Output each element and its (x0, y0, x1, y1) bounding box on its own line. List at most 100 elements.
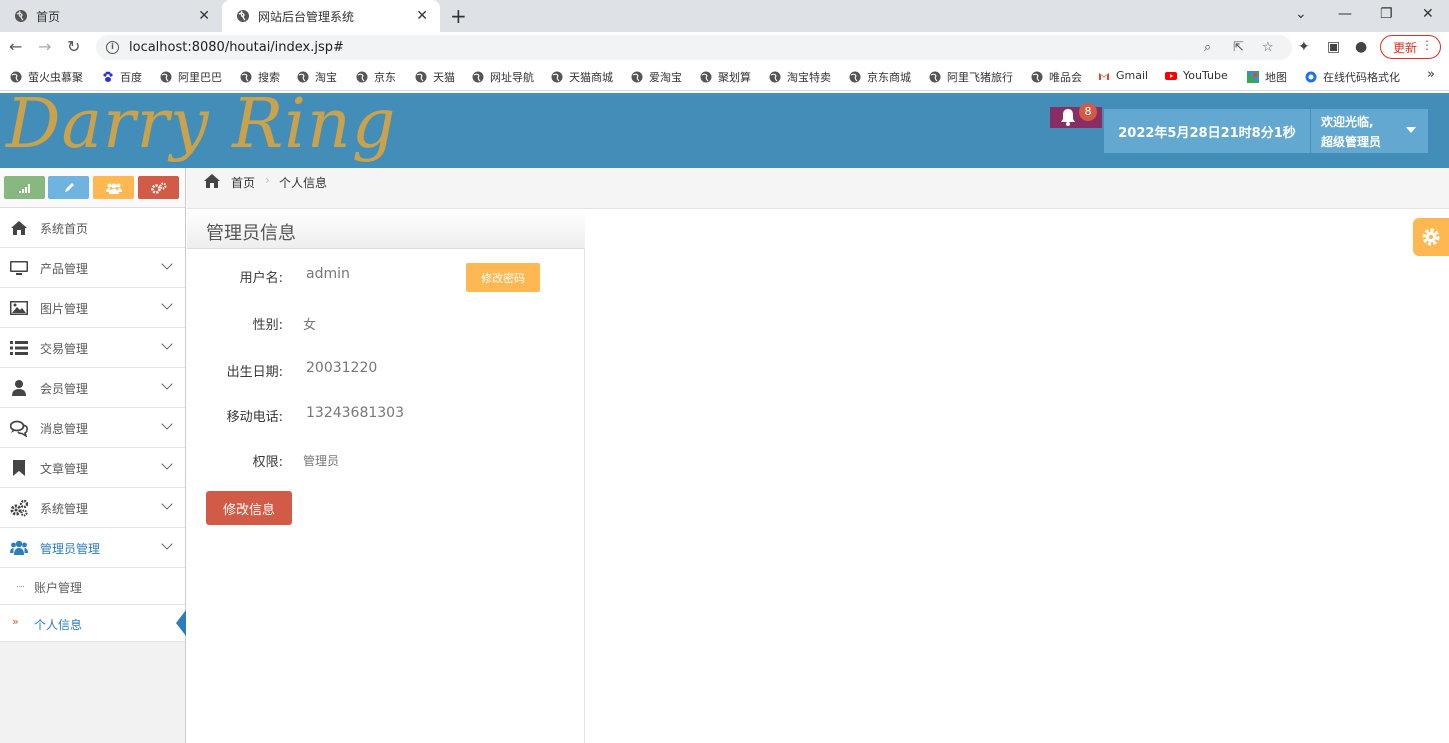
shortcut-settings-button[interactable] (138, 176, 179, 199)
extensions-icon[interactable]: ✦ (1298, 39, 1310, 55)
bookmark-item[interactable]: 唯品会 (1031, 69, 1082, 85)
tab-title: 首页 (36, 9, 61, 24)
restore-icon[interactable]: ❐ (1380, 6, 1393, 22)
bookmark-item[interactable]: 京东 (356, 69, 396, 85)
bookmark-label: 天猫商城 (569, 71, 613, 84)
bookmark-item[interactable]: 地图 (1247, 69, 1287, 85)
site-info-icon[interactable]: i (106, 41, 119, 54)
globe-icon (415, 71, 427, 83)
bookmark-label: 搜索 (258, 71, 280, 84)
signal-icon (18, 183, 30, 193)
browser-tab-home[interactable]: 首页 ✕ (0, 0, 222, 32)
bookmark-item[interactable]: 阿里飞猪旅行 (929, 69, 1013, 85)
sidebar-item-pictures[interactable]: 图片管理 (0, 288, 185, 328)
datetime-display: 2022年5月28日21时8分1秒 (1104, 109, 1310, 153)
shortcut-users-button[interactable] (93, 176, 134, 199)
bookmark-item[interactable]: 阿里巴巴 (160, 69, 222, 85)
bookmark-label: 京东商城 (867, 71, 911, 84)
sidebar-item-system[interactable]: 系统管理 (0, 488, 185, 528)
admin-info-panel: 管理员信息 用户名: admin 修改密码 性别: 女 出生日期: 200312… (187, 209, 585, 743)
bookmark-item[interactable]: YouTube (1165, 69, 1228, 82)
gender-label: 性别: (252, 318, 283, 333)
browser-tab-admin[interactable]: 网站后台管理系统 ✕ (222, 0, 440, 32)
chevron-down-icon (161, 378, 173, 390)
bookmark-item[interactable]: 聚划算 (700, 69, 751, 85)
bookmark-item[interactable]: 爱淘宝 (631, 69, 682, 85)
zoom-icon[interactable]: ⌕ (1204, 40, 1211, 55)
tab-title: 网站后台管理系统 (258, 9, 355, 24)
close-tab-icon[interactable]: ✕ (416, 8, 428, 24)
home-icon (204, 174, 220, 188)
edit-info-button[interactable]: 修改信息 (206, 491, 292, 525)
chevron-down-icon (161, 258, 173, 270)
user-menu-dropdown[interactable]: 欢迎光临, 超级管理员 (1311, 109, 1428, 153)
bookmark-label: 阿里巴巴 (178, 71, 222, 84)
sidebar-item-products[interactable]: 产品管理 (0, 248, 185, 288)
sidebar-item-messages[interactable]: 消息管理 (0, 408, 185, 448)
reload-icon[interactable]: ↻ (67, 37, 80, 56)
list-icon (10, 341, 28, 355)
app-header: Darry Ring 8 2022年5月28日21时8分1秒 欢迎光临, 超级管… (0, 85, 1449, 168)
chevron-down-icon (161, 338, 173, 350)
more-bookmarks-icon[interactable]: » (1427, 67, 1435, 82)
globe-icon (472, 71, 484, 83)
pencil-icon (64, 182, 74, 192)
birthdate-label: 出生日期: (226, 365, 283, 380)
shortcut-stats-button[interactable] (4, 176, 45, 199)
code-format-icon (1305, 71, 1317, 83)
back-icon[interactable]: ← (9, 37, 22, 56)
bookmark-item[interactable]: Gmail (1098, 69, 1148, 82)
sidebar-item-members[interactable]: 会员管理 (0, 368, 185, 408)
sidebar-item-home[interactable]: 系统首页 (0, 208, 185, 248)
forward-icon[interactable]: → (38, 37, 51, 56)
share-icon[interactable]: ⇱ (1233, 40, 1244, 55)
bookmark-item[interactable]: 淘宝 (297, 69, 337, 85)
new-tab-button[interactable]: + (450, 4, 467, 28)
bookmark-star-icon[interactable]: ☆ (1262, 40, 1274, 55)
bookmark-item[interactable]: 网址导航 (472, 69, 534, 85)
update-button[interactable]: 更新 ⋮ (1380, 35, 1441, 59)
globe-icon (160, 71, 172, 83)
bookmark-item[interactable]: 淘宝特卖 (769, 69, 831, 85)
username-label: 用户名: (239, 271, 283, 286)
browser-tab-bar: 首页 ✕ 网站后台管理系统 ✕ + ⌄ — ❐ ✕ (0, 0, 1449, 32)
side-panel-icon[interactable]: ▣ (1327, 39, 1340, 55)
logo[interactable]: Darry Ring (6, 85, 396, 164)
bookmark-label: 淘宝特卖 (787, 71, 831, 84)
submenu-item-profile[interactable]: » 个人信息 (0, 605, 186, 642)
globe-icon (551, 71, 563, 83)
minimize-icon[interactable]: — (1338, 6, 1352, 22)
bookmark-item[interactable]: 搜索 (240, 69, 280, 85)
sidebar-item-articles[interactable]: 文章管理 (0, 448, 185, 488)
sidebar-item-admins[interactable]: 管理员管理 (0, 528, 185, 568)
bookmark-item[interactable]: 京东商城 (849, 69, 911, 85)
user-role-text: 超级管理员 (1321, 135, 1382, 149)
bookmark-label: 天猫 (433, 71, 455, 84)
bookmark-item[interactable]: 天猫商城 (551, 69, 613, 85)
shortcut-edit-button[interactable] (48, 176, 89, 199)
close-window-icon[interactable]: ✕ (1422, 6, 1434, 22)
profile-icon[interactable]: ● (1355, 39, 1367, 55)
breadcrumb-home-link[interactable]: 首页 (231, 174, 255, 191)
submenu-item-accounts[interactable]: 账户管理 (0, 568, 185, 605)
globe-icon (297, 71, 309, 83)
bookmark-item[interactable]: 萤火虫慕聚 (10, 69, 83, 85)
bookmark-item[interactable]: 在线代码格式化 (1305, 69, 1400, 85)
bookmark-item[interactable]: 百度 (102, 69, 142, 85)
sidebar-shortcuts (0, 168, 185, 208)
sidebar-item-transactions[interactable]: 交易管理 (0, 328, 185, 368)
notifications-button[interactable]: 8 (1050, 103, 1102, 128)
group-icon (10, 540, 28, 555)
bookmark-item[interactable]: 天猫 (415, 69, 455, 85)
globe-icon (15, 10, 27, 22)
url-input[interactable]: i localhost:8080/houtai/index.jsp# ⌕ ⇱ ☆ (96, 35, 1292, 60)
close-tab-icon[interactable]: ✕ (198, 8, 210, 24)
bookmark-label: 聚划算 (718, 71, 751, 84)
active-indicator-arrow (176, 610, 186, 636)
settings-toggle-button[interactable] (1413, 218, 1449, 256)
globe-icon (1031, 71, 1043, 83)
mobile-label: 移动电话: (226, 410, 283, 425)
change-password-button[interactable]: 修改密码 (466, 263, 540, 292)
tab-search-icon[interactable]: ⌄ (1295, 6, 1307, 22)
gear-icon (1422, 228, 1440, 246)
